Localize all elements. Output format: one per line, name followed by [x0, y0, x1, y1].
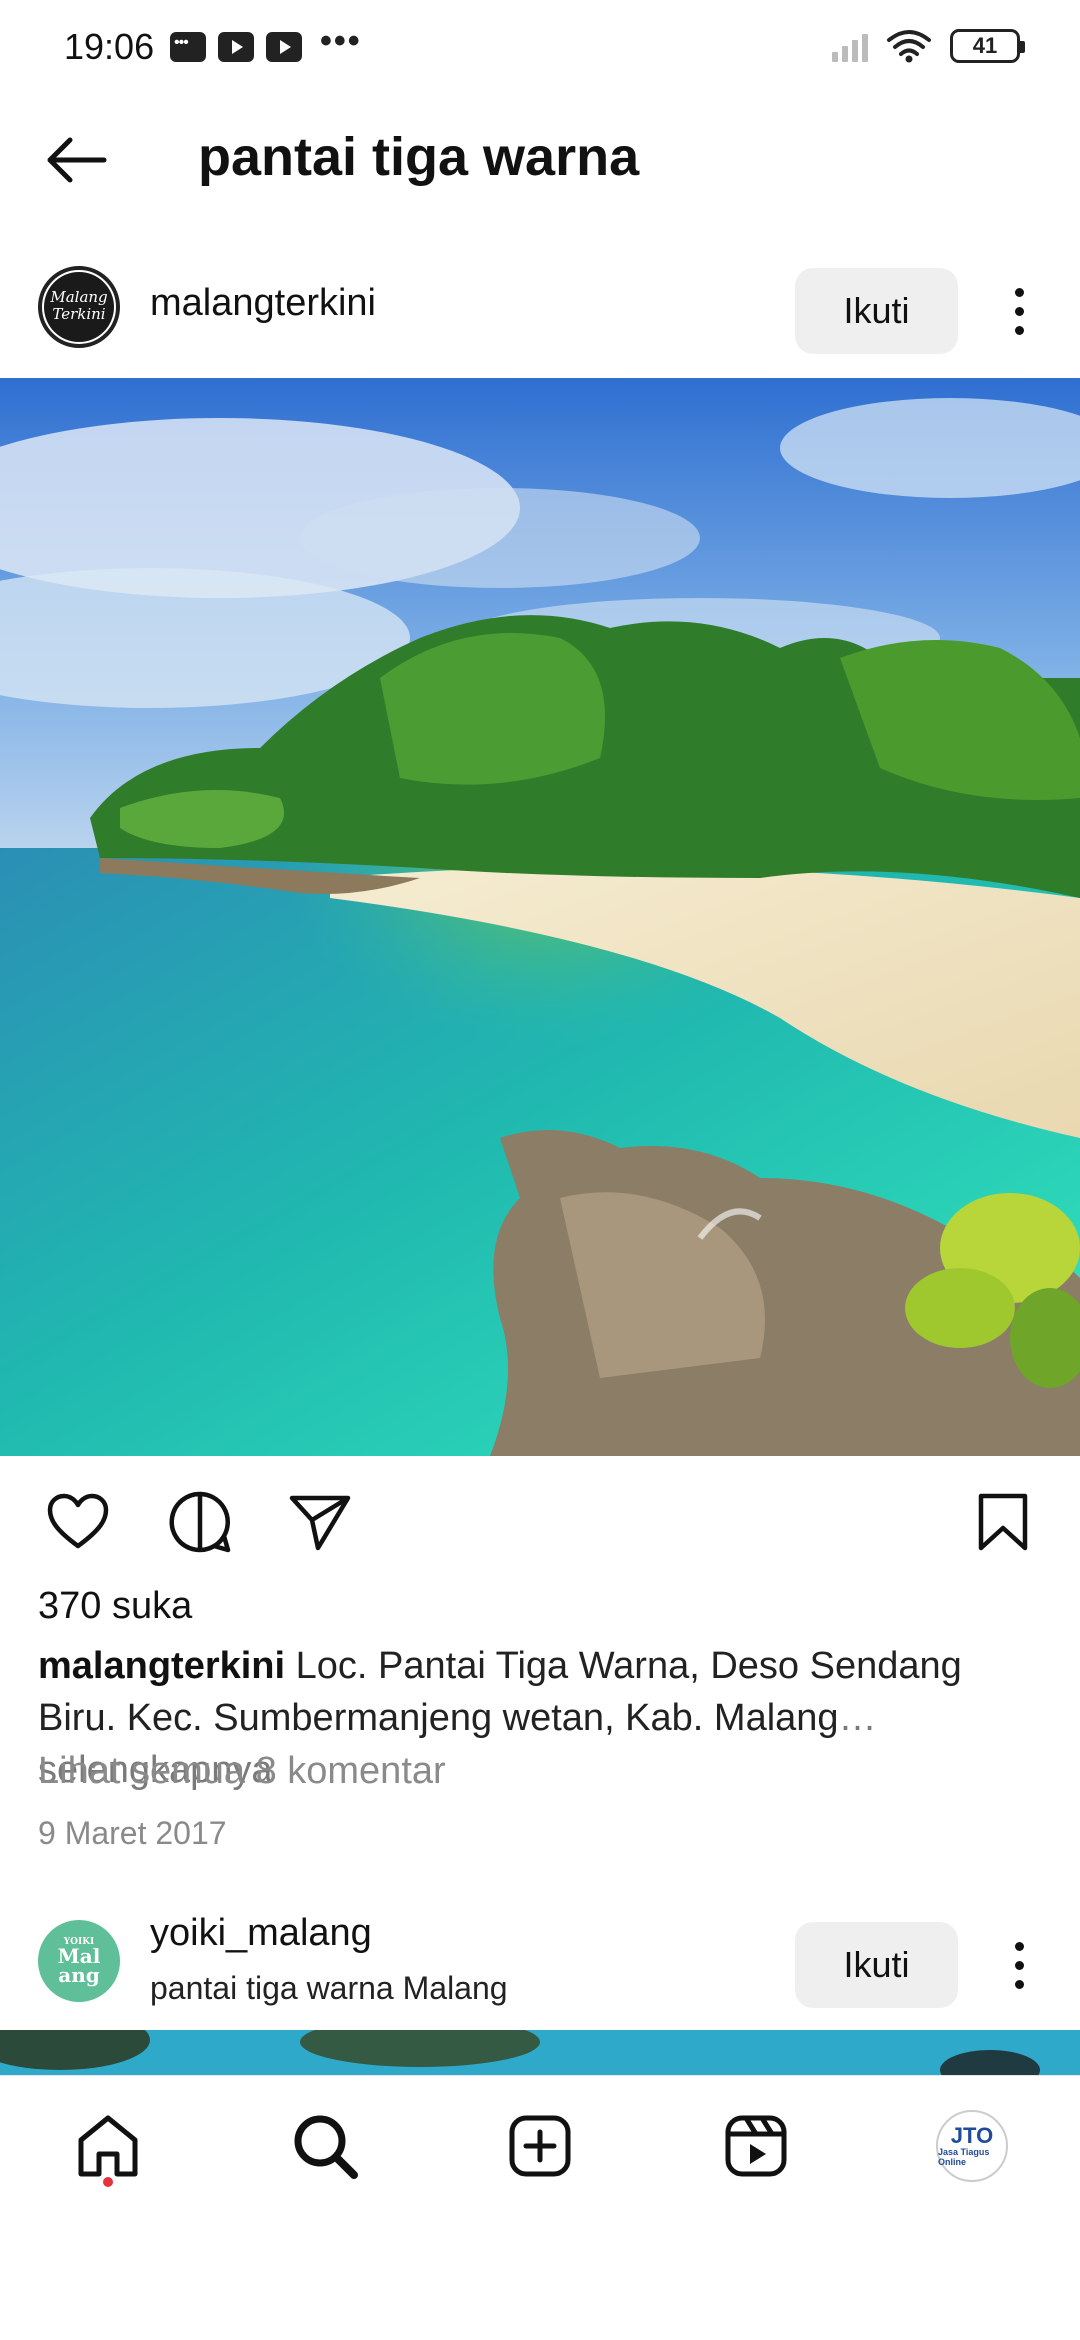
more-options-icon[interactable] [995, 276, 1043, 346]
home-icon [78, 2115, 138, 2177]
profile-avatar: JTO Jasa Tiagus Online [936, 2110, 1008, 2182]
post-image[interactable] [0, 2030, 1080, 2080]
bookmark-icon [978, 1493, 1028, 1551]
back-button[interactable] [40, 124, 112, 196]
post-header: Malang Terkini malangterkini Ikuti [0, 246, 1080, 366]
send-icon [289, 1495, 351, 1551]
wifi-icon [887, 30, 931, 63]
arrow-left-icon [47, 137, 107, 183]
message-icon [170, 32, 206, 62]
profile-logo-text: JTO [950, 2123, 994, 2148]
nav-search[interactable] [285, 2106, 365, 2186]
more-options-icon[interactable] [995, 1930, 1043, 2000]
bottom-navigation: JTO Jasa Tiagus Online [0, 2075, 1080, 2215]
reels-icon [725, 2115, 787, 2177]
nav-reels[interactable] [716, 2106, 796, 2186]
status-bar: 19:06 ••• 41 [0, 0, 1080, 100]
page-title: pantai tiga warna [198, 127, 640, 187]
comment-icon [169, 1491, 231, 1553]
status-time: 19:06 [64, 26, 155, 67]
follow-button[interactable]: Ikuti [795, 268, 958, 354]
create-icon [509, 2115, 571, 2177]
like-count[interactable]: 370 suka [38, 1585, 192, 1628]
like-button[interactable] [38, 1482, 118, 1562]
view-comments-link[interactable]: Lihat semua 8 komentar [38, 1750, 446, 1793]
post-header: YOIKI Mal ang yoiki_malang pantai tiga w… [0, 1900, 1080, 2020]
signal-icon [832, 30, 868, 62]
post-image[interactable] [0, 378, 1080, 1456]
avatar-logo: YOIKI Mal ang [58, 1937, 101, 1985]
post-username[interactable]: yoiki_malang [150, 1912, 372, 1955]
share-button[interactable] [280, 1482, 360, 1562]
search-icon [294, 2115, 358, 2179]
avatar-logo: Malang Terkini [44, 272, 114, 342]
caption-username[interactable]: malangterkini [38, 1645, 285, 1687]
youtube-icon [218, 32, 254, 62]
post-username[interactable]: malangterkini [150, 282, 376, 325]
save-button[interactable] [963, 1482, 1043, 1562]
profile-logo-subtext: Jasa Tiagus Online [938, 2147, 990, 2167]
avatar-logo-line: ang [58, 1963, 100, 1987]
battery-icon: 41 [950, 29, 1025, 63]
battery-level: 41 [972, 33, 998, 58]
nav-profile[interactable]: JTO Jasa Tiagus Online [932, 2106, 1012, 2186]
gesture-area [0, 2215, 1080, 2340]
notification-dot [103, 2177, 113, 2187]
status-right-icons: 41 [832, 28, 1025, 64]
nav-home[interactable] [68, 2106, 148, 2186]
more-dots-icon: ••• [320, 21, 362, 60]
top-header: pantai tiga warna [0, 100, 1080, 220]
youtube-icon [266, 32, 302, 62]
nav-create[interactable] [500, 2106, 580, 2186]
avatar-logo-line: Malang [50, 288, 108, 306]
post-location[interactable]: pantai tiga warna Malang [150, 1970, 508, 2007]
avatar[interactable]: Malang Terkini [38, 266, 120, 348]
comment-button[interactable] [160, 1482, 240, 1562]
avatar[interactable]: YOIKI Mal ang [38, 1920, 120, 2002]
post-date: 9 Maret 2017 [38, 1815, 227, 1851]
heart-icon [47, 1493, 109, 1549]
follow-button[interactable]: Ikuti [795, 1922, 958, 2008]
avatar-logo-line: Terkini [52, 305, 106, 323]
post-actions [0, 1460, 1080, 1580]
notification-icons: ••• [170, 22, 362, 62]
